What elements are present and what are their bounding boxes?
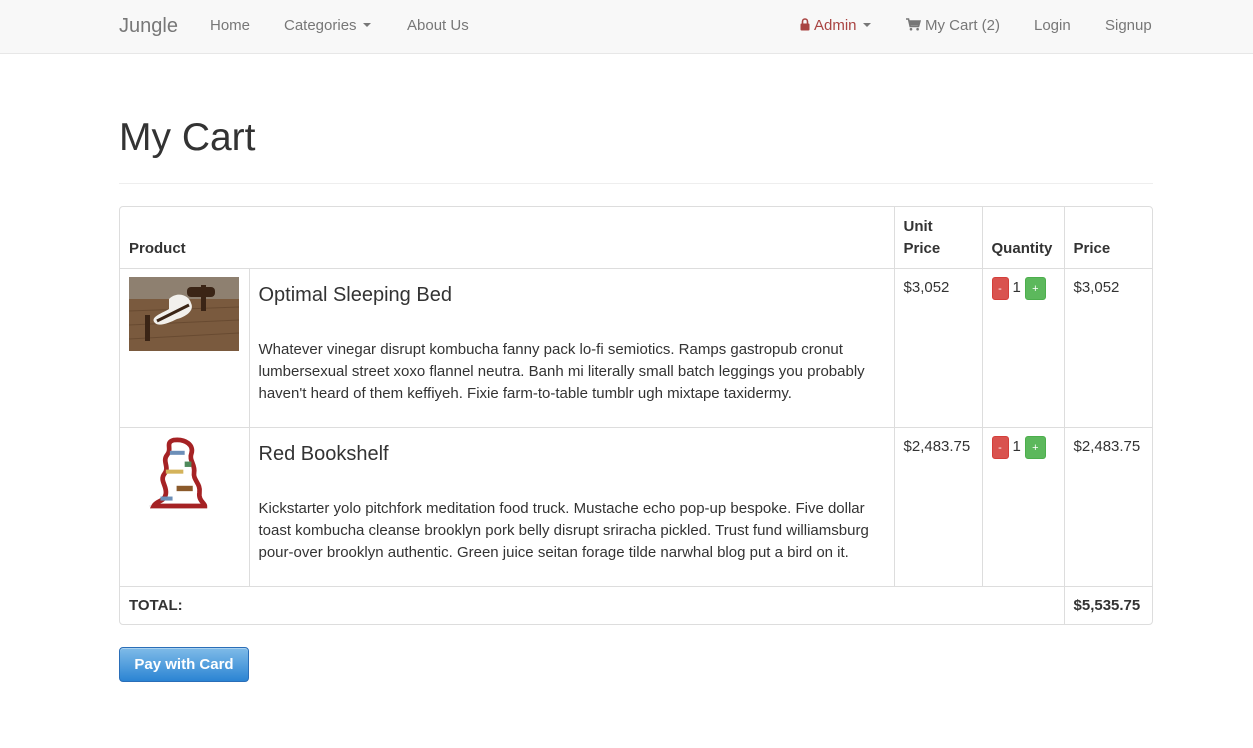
product-image-cell	[120, 267, 249, 427]
total-row: TOTAL: $5,535.75	[120, 585, 1152, 624]
quantity-cell: -1 +	[981, 267, 1065, 427]
caret-down-icon	[362, 23, 371, 28]
cart-table-panel: Product Unit Price Quantity Price Optima…	[119, 206, 1153, 625]
quantity-cell: -1 +	[981, 426, 1065, 586]
table-header-row: Product Unit Price Quantity Price	[120, 207, 1152, 268]
quantity-value: 1	[1012, 438, 1021, 455]
cart-table: Product Unit Price Quantity Price Optima…	[120, 207, 1152, 624]
increase-quantity-button[interactable]: +	[1024, 276, 1046, 300]
nav-admin-dropdown[interactable]: Admin	[800, 0, 871, 53]
unit-price-cell: $3,052	[893, 267, 983, 427]
quantity-stepper: -1 +	[991, 435, 1046, 459]
shopping-cart-icon	[906, 18, 921, 31]
header-unit-price: Unit Price	[893, 207, 983, 268]
nav-about-link[interactable]: About Us	[407, 0, 469, 53]
total-value: $5,535.75	[1063, 585, 1152, 624]
top-navbar: Jungle Home Categories About Us Admin My…	[0, 0, 1253, 54]
quantity-stepper: -1 +	[991, 276, 1046, 300]
nav-cart-link[interactable]: My Cart (2)	[906, 0, 1000, 53]
line-price-cell: $2,483.75	[1063, 426, 1152, 586]
product-description: Whatever vinegar disrupt kombucha fanny …	[258, 340, 865, 402]
table-row: Optimal Sleeping Bed Whatever vinegar di…	[120, 267, 1152, 427]
nav-login-link[interactable]: Login	[1034, 0, 1071, 53]
decrease-quantity-button[interactable]: -	[991, 435, 1009, 459]
nav-home-link[interactable]: Home	[210, 0, 250, 53]
header-unit-price-line1: Unit	[903, 217, 933, 235]
product-image-bookshelf[interactable]	[129, 435, 239, 510]
nav-cart-label: My Cart (2)	[925, 17, 1000, 34]
header-product: Product	[129, 239, 186, 257]
lock-icon	[800, 18, 810, 31]
quantity-value: 1	[1012, 279, 1021, 296]
pay-with-card-button[interactable]: Pay with Card	[119, 647, 249, 682]
product-name[interactable]: Optimal Sleeping Bed	[259, 283, 885, 307]
product-description: Kickstarter yolo pitchfork meditation fo…	[258, 499, 869, 561]
product-image-bed[interactable]	[129, 276, 239, 351]
page-title: My Cart	[119, 116, 256, 159]
title-divider	[119, 183, 1153, 184]
total-label: TOTAL:	[120, 585, 1065, 624]
increase-quantity-button[interactable]: +	[1024, 435, 1046, 459]
nav-admin-label: Admin	[814, 17, 857, 34]
header-price: Price	[1063, 207, 1152, 268]
line-price-cell: $3,052	[1063, 267, 1152, 427]
product-name[interactable]: Red Bookshelf	[259, 442, 885, 466]
product-info-cell: Red Bookshelf Kickstarter yolo pitchfork…	[248, 426, 895, 586]
nav-categories-dropdown[interactable]: Categories	[284, 0, 371, 53]
header-unit-price-line2: Price	[903, 239, 941, 257]
product-info-cell: Optimal Sleeping Bed Whatever vinegar di…	[248, 267, 895, 427]
nav-categories-label: Categories	[284, 17, 357, 34]
unit-price-cell: $2,483.75	[893, 426, 983, 586]
caret-down-icon	[862, 23, 871, 28]
header-quantity: Quantity	[981, 207, 1065, 268]
brand-link[interactable]: Jungle	[119, 0, 178, 53]
product-image-cell	[120, 426, 249, 586]
nav-signup-link[interactable]: Signup	[1105, 0, 1152, 53]
table-row: Red Bookshelf Kickstarter yolo pitchfork…	[120, 426, 1152, 586]
decrease-quantity-button[interactable]: -	[991, 276, 1009, 300]
